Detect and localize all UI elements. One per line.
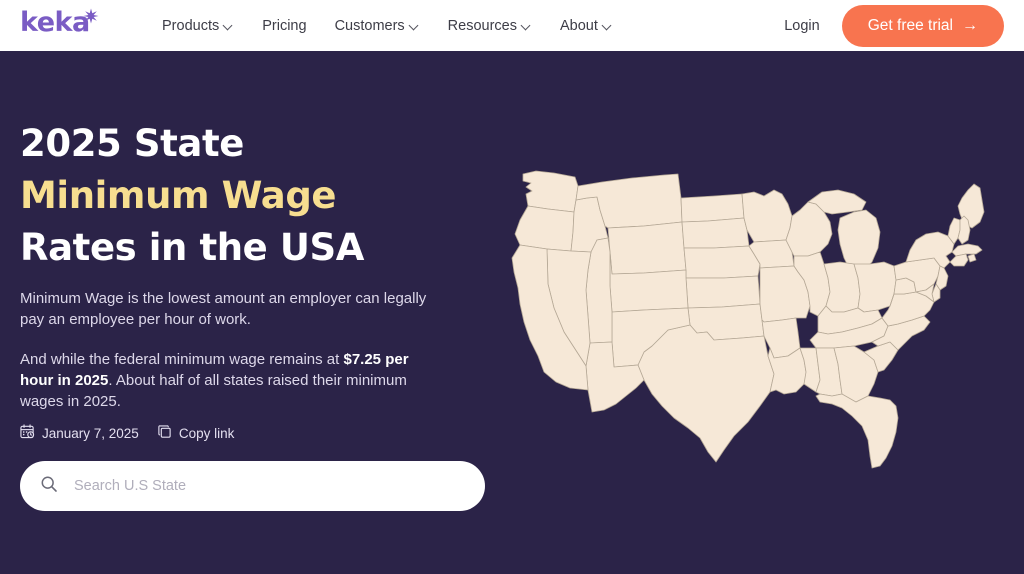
main-navigation: Products Pricing Customers Resources Abo… — [148, 0, 627, 51]
get-free-trial-button[interactable]: Get free trial → — [841, 4, 1004, 47]
sparkle-icon — [83, 8, 99, 24]
nav-label-pricing: Pricing — [262, 17, 307, 34]
nav-item-products[interactable]: Products — [148, 18, 248, 34]
copy-link-button[interactable]: Copy link — [157, 424, 235, 442]
header-actions: Login Get free trial → — [784, 0, 1004, 51]
hero-content: 2025 State Minimum Wage Rates in the USA… — [20, 118, 490, 412]
search-icon — [40, 475, 58, 498]
page-title-line1: 2025 State — [20, 122, 244, 165]
intro-paragraph: Minimum Wage is the lowest amount an emp… — [20, 290, 427, 328]
article-meta: January 7, 2025 Copy link — [20, 424, 234, 442]
chevron-down-icon — [603, 21, 613, 31]
site-header: keka Products Pricing Customers Resource… — [0, 0, 1024, 51]
us-states-map[interactable] — [492, 160, 1012, 490]
search-input[interactable] — [72, 477, 465, 495]
federal-wage-paragraph: And while the federal minimum wage remai… — [20, 349, 440, 412]
keka-logo[interactable]: keka — [20, 7, 99, 38]
nav-item-resources[interactable]: Resources — [434, 18, 546, 34]
arrow-right-icon: → — [962, 16, 978, 34]
copy-link-label: Copy link — [178, 425, 235, 441]
publish-date-label: January 7, 2025 — [42, 425, 139, 441]
copy-icon — [157, 424, 172, 442]
nav-label-customers: Customers — [334, 17, 405, 34]
state-search-box[interactable] — [20, 461, 485, 511]
nav-item-pricing[interactable]: Pricing — [248, 18, 320, 34]
cta-label: Get free trial — [867, 16, 953, 34]
logo-text: keka — [20, 7, 90, 38]
chevron-down-icon — [224, 21, 234, 31]
nav-label-resources: Resources — [447, 17, 517, 34]
login-link[interactable]: Login — [784, 18, 819, 34]
page-title-line3: Rates in the USA — [20, 226, 364, 269]
calendar-icon — [20, 424, 35, 442]
publish-date: January 7, 2025 — [20, 424, 139, 442]
nav-item-about[interactable]: About — [546, 18, 627, 34]
chevron-down-icon — [410, 21, 420, 31]
page-title-line2: Minimum Wage — [20, 174, 337, 217]
nav-label-about: About — [559, 17, 598, 34]
nav-item-customers[interactable]: Customers — [321, 18, 434, 34]
federal-wage-text-before: And while the federal minimum wage remai… — [20, 351, 344, 368]
chevron-down-icon — [522, 21, 532, 31]
nav-label-products: Products — [162, 17, 220, 34]
